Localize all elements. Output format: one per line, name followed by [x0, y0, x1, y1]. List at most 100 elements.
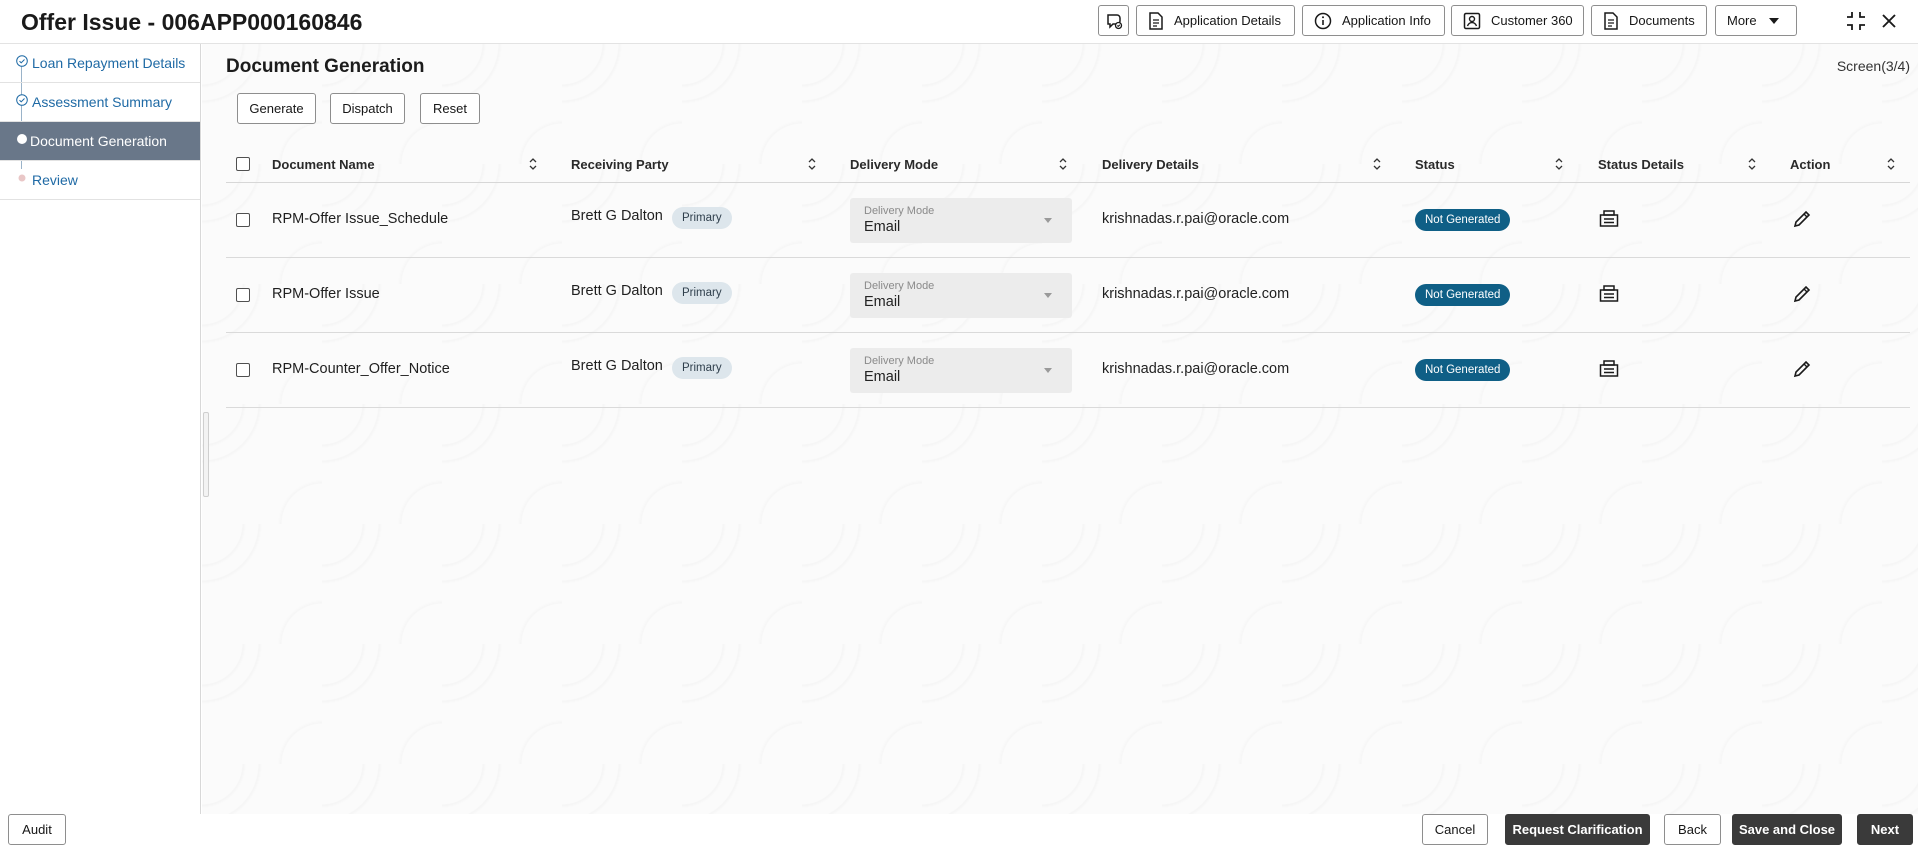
- application-info-label: Application Info: [1342, 13, 1431, 28]
- sidebar-step-label: Document Generation: [30, 133, 167, 149]
- edit-pencil-icon[interactable]: [1791, 208, 1813, 230]
- sidebar-step-label: Loan Repayment Details: [32, 55, 186, 71]
- receiving-party: Brett G Dalton: [571, 358, 663, 374]
- sort-icon[interactable]: [1057, 157, 1069, 171]
- audit-button[interactable]: Audit: [8, 814, 66, 845]
- document-name: RPM-Counter_Offer_Notice: [272, 361, 450, 377]
- documents-icon: [1603, 11, 1619, 30]
- next-button[interactable]: Next: [1857, 814, 1913, 845]
- sort-icon[interactable]: [1885, 157, 1897, 171]
- table-row: RPM-Offer Issue_Schedule Brett G Dalton …: [226, 183, 1910, 258]
- row-checkbox[interactable]: [236, 213, 250, 227]
- sort-icon[interactable]: [1553, 157, 1565, 171]
- column-header-label: Receiving Party: [571, 157, 669, 172]
- column-header-delivery-details[interactable]: Delivery Details: [1102, 146, 1199, 183]
- header: Offer Issue - 006APP000160846 Applicatio…: [0, 0, 1918, 44]
- back-button[interactable]: Back: [1664, 814, 1721, 845]
- train-stop-sidebar: Loan Repayment Details Assessment Summar…: [0, 44, 201, 814]
- status-details-icon[interactable]: [1598, 208, 1620, 230]
- delivery-mode-value: Email: [864, 294, 901, 310]
- delivery-mode-value: Email: [864, 219, 901, 235]
- column-header-label: Delivery Mode: [850, 157, 939, 172]
- section-title: Document Generation: [226, 56, 425, 77]
- select-all-checkbox[interactable]: [236, 157, 250, 171]
- customer-360-label: Customer 360: [1491, 13, 1573, 28]
- delivery-mode-select[interactable]: Delivery Mode Email: [850, 273, 1072, 318]
- sidebar-step-document-generation[interactable]: Document Generation: [0, 122, 200, 161]
- application-info-button[interactable]: Application Info: [1302, 5, 1445, 36]
- party-type-badge: Primary: [672, 282, 732, 304]
- column-header-label: Document Name: [272, 157, 375, 172]
- edit-pencil-icon[interactable]: [1791, 358, 1813, 380]
- sort-icon[interactable]: [1371, 157, 1383, 171]
- table-row: RPM-Counter_Offer_Notice Brett G Dalton …: [226, 333, 1910, 408]
- current-step-dot-icon: [16, 132, 28, 150]
- delivery-mode-field-label: Delivery Mode: [864, 280, 935, 292]
- generate-button[interactable]: Generate: [237, 93, 316, 124]
- reset-button[interactable]: Reset: [420, 93, 480, 124]
- dispatch-button[interactable]: Dispatch: [330, 93, 405, 124]
- row-checkbox[interactable]: [236, 288, 250, 302]
- column-header-label: Action: [1790, 157, 1831, 172]
- cancel-button[interactable]: Cancel: [1422, 814, 1488, 845]
- customer-360-button[interactable]: Customer 360: [1451, 5, 1584, 36]
- close-icon[interactable]: [1877, 9, 1901, 33]
- page-title: Offer Issue - 006APP000160846: [21, 9, 363, 35]
- status-badge: Not Generated: [1415, 284, 1511, 306]
- row-checkbox[interactable]: [236, 363, 250, 377]
- documents-button[interactable]: Documents: [1591, 5, 1707, 36]
- status-details-icon[interactable]: [1598, 283, 1620, 305]
- chevron-down-icon: [1044, 293, 1052, 298]
- document-icon: [1148, 11, 1164, 30]
- collapse-icon[interactable]: [1844, 9, 1868, 33]
- documents-label: Documents: [1629, 13, 1695, 28]
- sidebar-step-loan-repayment-details[interactable]: Loan Repayment Details: [0, 44, 200, 83]
- receiving-party: Brett G Dalton: [571, 208, 663, 224]
- document-name: RPM-Offer Issue: [272, 286, 380, 302]
- column-header-document-name[interactable]: Document Name: [272, 146, 375, 183]
- column-header-label: Delivery Details: [1102, 157, 1199, 172]
- sidebar-step-assessment-summary[interactable]: Assessment Summary: [0, 83, 200, 122]
- delivery-mode-select[interactable]: Delivery Mode Email: [850, 348, 1072, 393]
- delivery-mode-value: Email: [864, 369, 901, 385]
- delivery-mode-field-label: Delivery Mode: [864, 205, 935, 217]
- table-header: Document Name Receiving Party Delivery M…: [226, 146, 1910, 183]
- request-clarification-button[interactable]: Request Clarification: [1505, 814, 1650, 845]
- status-badge: Not Generated: [1415, 359, 1511, 381]
- info-icon: [1314, 12, 1332, 30]
- footer-bar: Audit Cancel Request Clarification Back …: [0, 814, 1918, 845]
- sidebar-step-label: Review: [32, 172, 78, 188]
- sort-icon[interactable]: [527, 157, 539, 171]
- more-menu-button[interactable]: More: [1715, 5, 1797, 36]
- sort-icon[interactable]: [1746, 157, 1758, 171]
- chevron-down-icon: [1044, 218, 1052, 223]
- contact-card-icon: [1463, 12, 1481, 30]
- column-header-status[interactable]: Status: [1415, 146, 1455, 183]
- delivery-mode-select[interactable]: Delivery Mode Email: [850, 198, 1072, 243]
- column-header-status-details[interactable]: Status Details: [1598, 146, 1684, 183]
- sidebar-step-review[interactable]: Review: [0, 161, 200, 200]
- sort-icon[interactable]: [806, 157, 818, 171]
- main-content: Document Generation Screen(3/4) Generate…: [202, 44, 1918, 814]
- column-header-delivery-mode[interactable]: Delivery Mode: [850, 146, 938, 183]
- screen-indicator: Screen(3/4): [1836, 58, 1910, 74]
- sidebar-step-label: Assessment Summary: [32, 94, 173, 110]
- delivery-details: krishnadas.r.pai@oracle.com: [1102, 211, 1290, 227]
- chat-button[interactable]: [1098, 5, 1129, 36]
- check-circle-icon: [16, 54, 28, 72]
- delivery-mode-field-label: Delivery Mode: [864, 355, 935, 367]
- pending-step-dot-icon: [16, 171, 28, 189]
- status-badge: Not Generated: [1415, 209, 1511, 231]
- party-type-badge: Primary: [672, 357, 732, 379]
- chevron-down-icon: [1768, 17, 1779, 24]
- column-header-action[interactable]: Action: [1790, 146, 1830, 183]
- application-details-button[interactable]: Application Details: [1136, 5, 1295, 36]
- table-row: RPM-Offer Issue Brett G Dalton Primary D…: [226, 258, 1910, 333]
- status-details-icon[interactable]: [1598, 358, 1620, 380]
- panel-splitter-handle[interactable]: [203, 412, 209, 497]
- check-circle-icon: [16, 93, 28, 111]
- edit-pencil-icon[interactable]: [1791, 283, 1813, 305]
- column-header-receiving-party[interactable]: Receiving Party: [571, 146, 669, 183]
- chevron-down-icon: [1044, 368, 1052, 373]
- save-and-close-button[interactable]: Save and Close: [1732, 814, 1842, 845]
